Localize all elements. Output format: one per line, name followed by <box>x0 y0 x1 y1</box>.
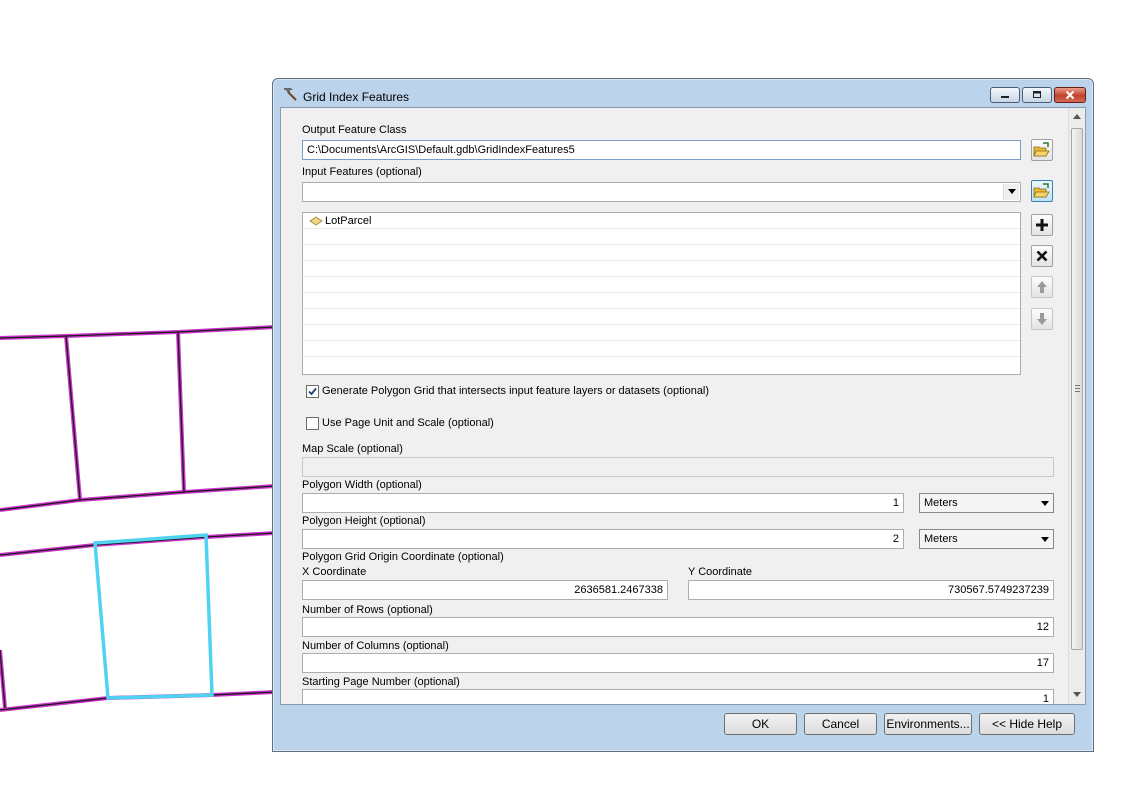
starting-page-input[interactable]: 1 <box>302 689 1054 704</box>
polygon-width-unit-value: Meters <box>924 497 958 509</box>
number-of-columns-label: Number of Columns (optional) <box>302 640 449 652</box>
maximize-icon <box>1033 91 1041 98</box>
polygon-width-unit-select[interactable]: Meters <box>919 493 1054 513</box>
vertical-scrollbar[interactable] <box>1068 108 1085 704</box>
polygon-height-unit-value: Meters <box>924 533 958 545</box>
input-features-list[interactable]: LotParcel <box>302 212 1021 375</box>
chevron-down-icon <box>1007 189 1016 194</box>
open-folder-icon <box>1033 183 1050 198</box>
list-item <box>303 293 1020 309</box>
number-of-rows-input[interactable]: 12 <box>302 617 1054 637</box>
ok-button[interactable]: OK <box>724 713 797 735</box>
close-icon <box>1065 90 1075 100</box>
title-bar[interactable]: Grid Index Features <box>273 79 1093 107</box>
arrow-down-icon <box>1037 313 1047 325</box>
arrow-up-icon <box>1037 281 1047 293</box>
minimize-icon <box>1001 96 1009 98</box>
origin-label: Polygon Grid Origin Coordinate (optional… <box>302 551 504 563</box>
parcel-lines <box>0 325 276 712</box>
x-coordinate-label: X Coordinate <box>302 566 367 578</box>
map-scale-label: Map Scale (optional) <box>302 443 403 455</box>
y-coordinate-label: Y Coordinate <box>688 566 753 578</box>
add-item-button[interactable] <box>1031 214 1053 236</box>
scroll-down-icon[interactable] <box>1073 692 1081 697</box>
move-up-button[interactable] <box>1031 276 1053 298</box>
hide-help-button[interactable]: << Hide Help <box>979 713 1075 735</box>
map-scale-input <box>302 457 1054 477</box>
list-item <box>303 341 1020 357</box>
cancel-button[interactable]: Cancel <box>804 713 877 735</box>
checkmark-icon <box>308 387 317 396</box>
y-coordinate-input[interactable]: 730567.5749237239 <box>688 580 1054 600</box>
starting-page-label: Starting Page Number (optional) <box>302 676 460 688</box>
grip-icon <box>1075 385 1080 394</box>
x-coordinate-input[interactable]: 2636581.2467338 <box>302 580 668 600</box>
scroll-up-icon[interactable] <box>1073 114 1081 119</box>
list-item <box>303 277 1020 293</box>
polygon-height-unit-select[interactable]: Meters <box>919 529 1054 549</box>
input-features-combo[interactable] <box>302 182 1021 202</box>
maximize-button[interactable] <box>1022 87 1052 103</box>
browse-output-button[interactable] <box>1031 139 1053 161</box>
output-feature-class-input[interactable]: C:\Documents\ArcGIS\Default.gdb\GridInde… <box>302 140 1021 160</box>
remove-item-button[interactable] <box>1031 245 1053 267</box>
input-features-label: Input Features (optional) <box>302 166 422 178</box>
list-item <box>303 325 1020 341</box>
polygon-width-input[interactable]: 1 <box>302 493 904 513</box>
list-item <box>303 245 1020 261</box>
close-icon <box>1036 250 1048 262</box>
output-feature-class-label: Output Feature Class <box>302 124 407 136</box>
generate-polygon-grid-label: Generate Polygon Grid that intersects in… <box>322 385 710 397</box>
polygon-layer-icon <box>309 216 323 226</box>
list-item-label: LotParcel <box>325 215 372 227</box>
use-page-unit-label: Use Page Unit and Scale (optional) <box>322 417 494 429</box>
grid-index-features-dialog: Grid Index Features Output Feature Class… <box>272 78 1094 752</box>
environments-button[interactable]: Environments... <box>884 713 972 735</box>
polygon-height-label: Polygon Height (optional) <box>302 515 426 527</box>
dialog-footer: OK Cancel Environments... << Hide Help <box>280 707 1086 747</box>
plus-icon <box>1036 219 1048 231</box>
input-features-dropdown[interactable] <box>1003 184 1019 200</box>
dialog-title: Grid Index Features <box>303 90 410 104</box>
open-folder-icon <box>1033 142 1050 157</box>
polygon-width-label: Polygon Width (optional) <box>302 479 422 491</box>
chevron-down-icon <box>1041 537 1049 542</box>
number-of-rows-label: Number of Rows (optional) <box>302 604 433 616</box>
selected-parcel[interactable] <box>93 533 214 700</box>
polygon-height-input[interactable]: 2 <box>302 529 904 549</box>
browse-input-button[interactable] <box>1031 180 1053 202</box>
close-button[interactable] <box>1054 87 1086 103</box>
generate-polygon-grid-checkbox[interactable] <box>306 385 319 398</box>
number-of-columns-input[interactable]: 17 <box>302 653 1054 673</box>
chevron-down-icon <box>1041 501 1049 506</box>
dialog-content: Output Feature Class C:\Documents\ArcGIS… <box>280 107 1086 705</box>
list-item <box>303 261 1020 277</box>
list-item <box>303 309 1020 325</box>
list-item <box>303 229 1020 245</box>
hammer-tool-icon <box>284 88 297 101</box>
minimize-button[interactable] <box>990 87 1020 103</box>
use-page-unit-checkbox[interactable] <box>306 417 319 430</box>
scrollbar-thumb[interactable] <box>1071 128 1083 650</box>
move-down-button[interactable] <box>1031 308 1053 330</box>
list-item[interactable]: LotParcel <box>303 213 1020 229</box>
